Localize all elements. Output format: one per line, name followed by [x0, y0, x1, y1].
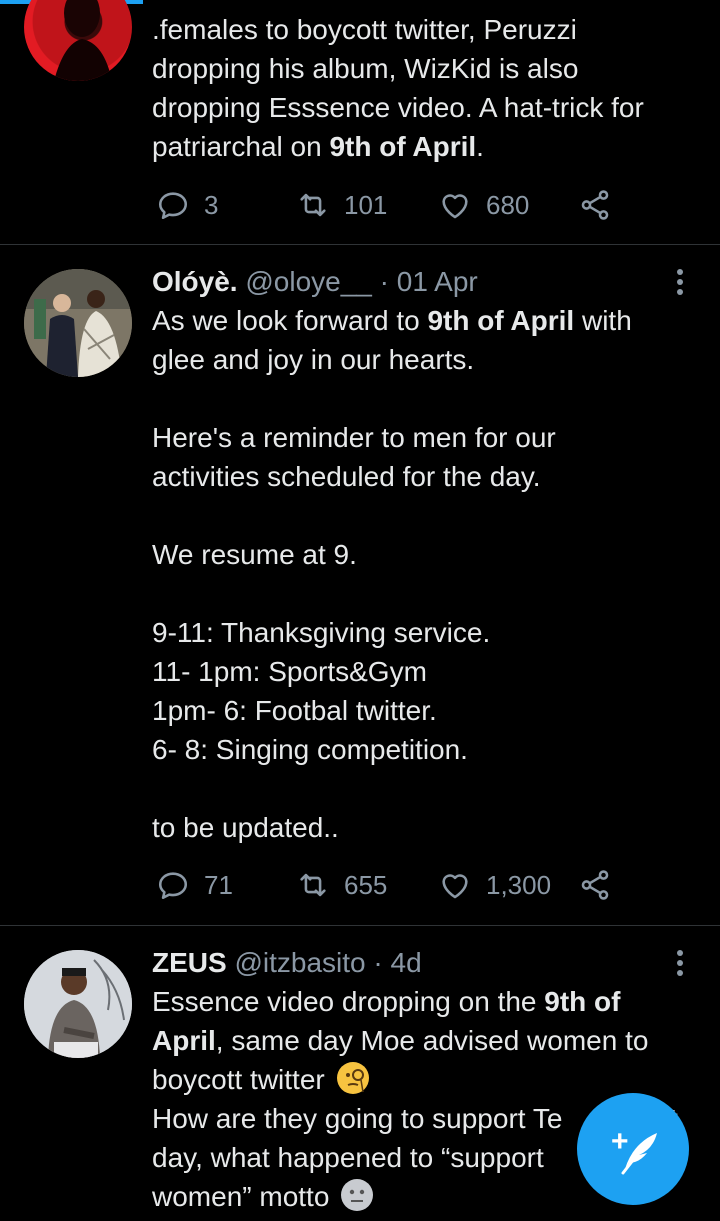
- neutral-face-emoji: [341, 1179, 374, 1211]
- share-button[interactable]: [578, 185, 626, 225]
- display-name[interactable]: ZEUS: [152, 947, 227, 978]
- compose-tweet-icon: +: [611, 1125, 657, 1175]
- more-options-button[interactable]: [670, 947, 690, 977]
- timestamp[interactable]: · 01 Apr: [380, 266, 478, 297]
- tweet-text: As we look forward to 9th of April with …: [152, 305, 632, 843]
- retweet-icon: [300, 873, 326, 897]
- like-button[interactable]: 680: [438, 185, 529, 225]
- reply-button[interactable]: 3: [156, 185, 218, 225]
- tweet-1[interactable]: .females to boycott twitter, Peruzzi dro…: [0, 0, 720, 244]
- tweet-text: .females to boycott twitter, Peruzzi dro…: [152, 14, 644, 162]
- heart-icon: [442, 194, 468, 219]
- heart-icon: [442, 874, 468, 899]
- retweet-icon: [300, 193, 326, 217]
- reply-icon: [158, 872, 188, 900]
- reply-icon: [158, 192, 188, 220]
- reply-button[interactable]: 71: [156, 865, 233, 905]
- like-count: 680: [486, 189, 530, 220]
- tweet-actions: 71 655 1,300: [152, 865, 632, 905]
- retweet-button[interactable]: 655: [296, 865, 387, 905]
- timestamp[interactable]: · 4d: [373, 947, 421, 978]
- display-name[interactable]: Olóyè.: [152, 266, 238, 297]
- user-handle[interactable]: @itzbasito: [234, 947, 365, 978]
- like-count: 1,300: [486, 869, 552, 900]
- like-button[interactable]: 1,300: [438, 865, 551, 905]
- svg-text:+: +: [611, 1125, 629, 1158]
- tweet-header: Olóyè. @oloye__ · 01 Apr: [152, 262, 696, 301]
- tweet-header: ZEUS @itzbasito · 4d: [152, 943, 696, 982]
- avatar[interactable]: [24, 269, 132, 377]
- tweet-actions: 3 101 680: [152, 185, 632, 225]
- avatar[interactable]: [24, 950, 132, 1058]
- avatar[interactable]: [24, 0, 132, 81]
- compose-tweet-button[interactable]: +: [577, 1093, 689, 1205]
- tweet-2[interactable]: Olóyè. @oloye__ · 01 Apr As we look forw…: [0, 245, 720, 925]
- retweet-count: 655: [344, 869, 388, 900]
- share-button[interactable]: [578, 865, 626, 905]
- retweet-button[interactable]: 101: [296, 185, 387, 225]
- user-handle[interactable]: @oloye__: [245, 266, 372, 297]
- more-options-button[interactable]: [670, 266, 690, 296]
- face-with-monocle-emoji: [336, 1062, 369, 1094]
- share-icon: [581, 190, 609, 220]
- retweet-count: 101: [344, 189, 388, 220]
- reply-count: 71: [204, 869, 233, 900]
- reply-count: 3: [204, 189, 219, 220]
- share-icon: [581, 870, 609, 900]
